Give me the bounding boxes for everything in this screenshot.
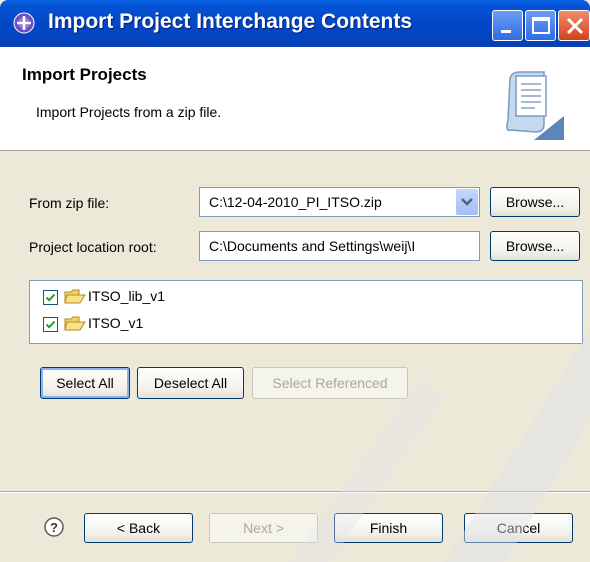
project-checkbox[interactable] xyxy=(43,317,58,332)
minimize-icon xyxy=(501,30,511,33)
checkmark-icon xyxy=(45,293,56,302)
project-checkbox[interactable] xyxy=(43,290,58,305)
project-name: ITSO_v1 xyxy=(88,315,144,331)
import-wizard-icon xyxy=(13,12,35,34)
project-name: ITSO_lib_v1 xyxy=(88,288,166,304)
footer-separator xyxy=(0,491,590,493)
page-description: Import Projects from a zip file. xyxy=(36,104,222,120)
cancel-label: Cancel xyxy=(496,520,541,536)
select-all-label: Select All xyxy=(56,375,114,391)
zip-file-value: C:\12-04-2010_PI_ITSO.zip xyxy=(209,194,382,210)
location-root-value: C:\Documents and Settings\weij\I xyxy=(209,238,416,254)
maximize-icon xyxy=(532,17,550,34)
minimize-button[interactable] xyxy=(492,10,523,41)
close-icon xyxy=(566,17,584,35)
close-button[interactable] xyxy=(558,10,590,41)
select-referenced-button[interactable]: Select Referenced xyxy=(252,367,408,399)
page-title: Import Projects xyxy=(22,65,147,84)
folder-icon xyxy=(64,316,86,331)
help-icon[interactable]: ? xyxy=(43,516,65,538)
back-label: < Back xyxy=(116,520,161,536)
folder-icon xyxy=(64,289,86,304)
deselect-all-label: Deselect All xyxy=(153,375,228,391)
back-button[interactable]: < Back xyxy=(84,513,193,543)
browse-location-label: Browse... xyxy=(505,238,565,254)
checkmark-icon xyxy=(45,320,56,329)
select-referenced-label: Select Referenced xyxy=(272,375,388,391)
select-all-button[interactable]: Select All xyxy=(40,367,130,399)
chevron-down-icon xyxy=(461,198,473,206)
browse-location-button[interactable]: Browse... xyxy=(490,231,580,261)
window-title: Import Project Interchange Contents xyxy=(48,10,413,33)
zip-file-label: From zip file: xyxy=(29,195,110,211)
svg-text:?: ? xyxy=(50,520,58,535)
project-list[interactable]: ITSO_lib_v1 ITSO_v1 xyxy=(29,280,583,344)
browse-zip-label: Browse... xyxy=(505,194,565,210)
finish-label: Finish xyxy=(369,520,408,536)
location-root-input[interactable]: C:\Documents and Settings\weij\I xyxy=(199,231,480,261)
import-dialog: Import Project Interchange Contents Impo… xyxy=(0,0,590,562)
next-label: Next > xyxy=(243,520,284,536)
maximize-button[interactable] xyxy=(525,10,556,41)
deselect-all-button[interactable]: Deselect All xyxy=(137,367,244,399)
import-wizard-banner-icon xyxy=(506,71,564,140)
next-button[interactable]: Next > xyxy=(209,513,318,543)
title-bar[interactable]: Import Project Interchange Contents xyxy=(0,0,590,47)
finish-button[interactable]: Finish xyxy=(334,513,443,543)
wizard-header: Import Projects Import Projects from a z… xyxy=(0,47,590,151)
browse-zip-button[interactable]: Browse... xyxy=(490,187,580,217)
location-root-label: Project location root: xyxy=(29,239,157,255)
cancel-button[interactable]: Cancel xyxy=(464,513,573,543)
combo-dropdown-button[interactable] xyxy=(456,189,478,215)
zip-file-combo[interactable]: C:\12-04-2010_PI_ITSO.zip xyxy=(199,187,480,217)
